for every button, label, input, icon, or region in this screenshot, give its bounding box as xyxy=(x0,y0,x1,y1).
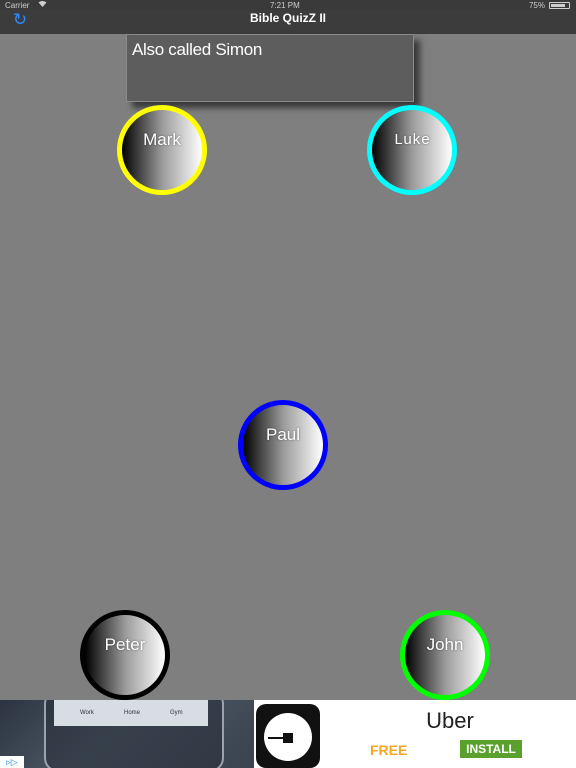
ad-choices-icon[interactable]: ▹▷ xyxy=(0,756,24,768)
navigation-bar: ↻ Bible QuizZ II xyxy=(0,10,576,34)
page-title: Bible QuizZ II xyxy=(249,11,326,25)
answer-label: Mark xyxy=(143,130,181,149)
battery-percent: 75% xyxy=(528,1,545,10)
status-bar: Carrier 7:21 PM 75% xyxy=(0,0,576,10)
carrier-label: Carrier xyxy=(5,1,30,10)
map-preview: Work Home Gym xyxy=(54,700,208,726)
answer-button-john[interactable]: John xyxy=(400,610,490,700)
ad-image[interactable]: Work Home Gym xyxy=(0,700,254,768)
uber-logo-icon[interactable] xyxy=(256,704,320,768)
ad-banner[interactable]: Work Home Gym Uber FREE INSTALL ▹▷ xyxy=(0,700,576,768)
ad-price-label: FREE xyxy=(370,742,408,758)
question-card: Also called Simon xyxy=(126,34,414,102)
map-label-work: Work xyxy=(80,710,94,716)
question-text: Also called Simon xyxy=(132,40,263,59)
answer-label: Luke xyxy=(393,132,430,149)
answer-button-paul[interactable]: Paul xyxy=(238,400,328,490)
map-label-gym: Gym xyxy=(170,710,183,716)
wifi-icon xyxy=(38,0,47,10)
answer-label: Peter xyxy=(104,635,146,654)
ad-install-button[interactable]: INSTALL xyxy=(460,740,522,758)
answer-button-peter[interactable]: Peter xyxy=(80,610,170,700)
answer-button-luke[interactable]: Luke xyxy=(367,105,457,195)
status-time: 7:21 PM xyxy=(270,1,300,10)
map-label-home: Home xyxy=(124,710,141,716)
battery-icon xyxy=(549,2,570,9)
answer-label: John xyxy=(426,635,464,654)
ad-brand-name: Uber xyxy=(426,708,474,733)
answer-button-mark[interactable]: Mark xyxy=(117,105,207,195)
answer-label: Paul xyxy=(265,425,301,444)
